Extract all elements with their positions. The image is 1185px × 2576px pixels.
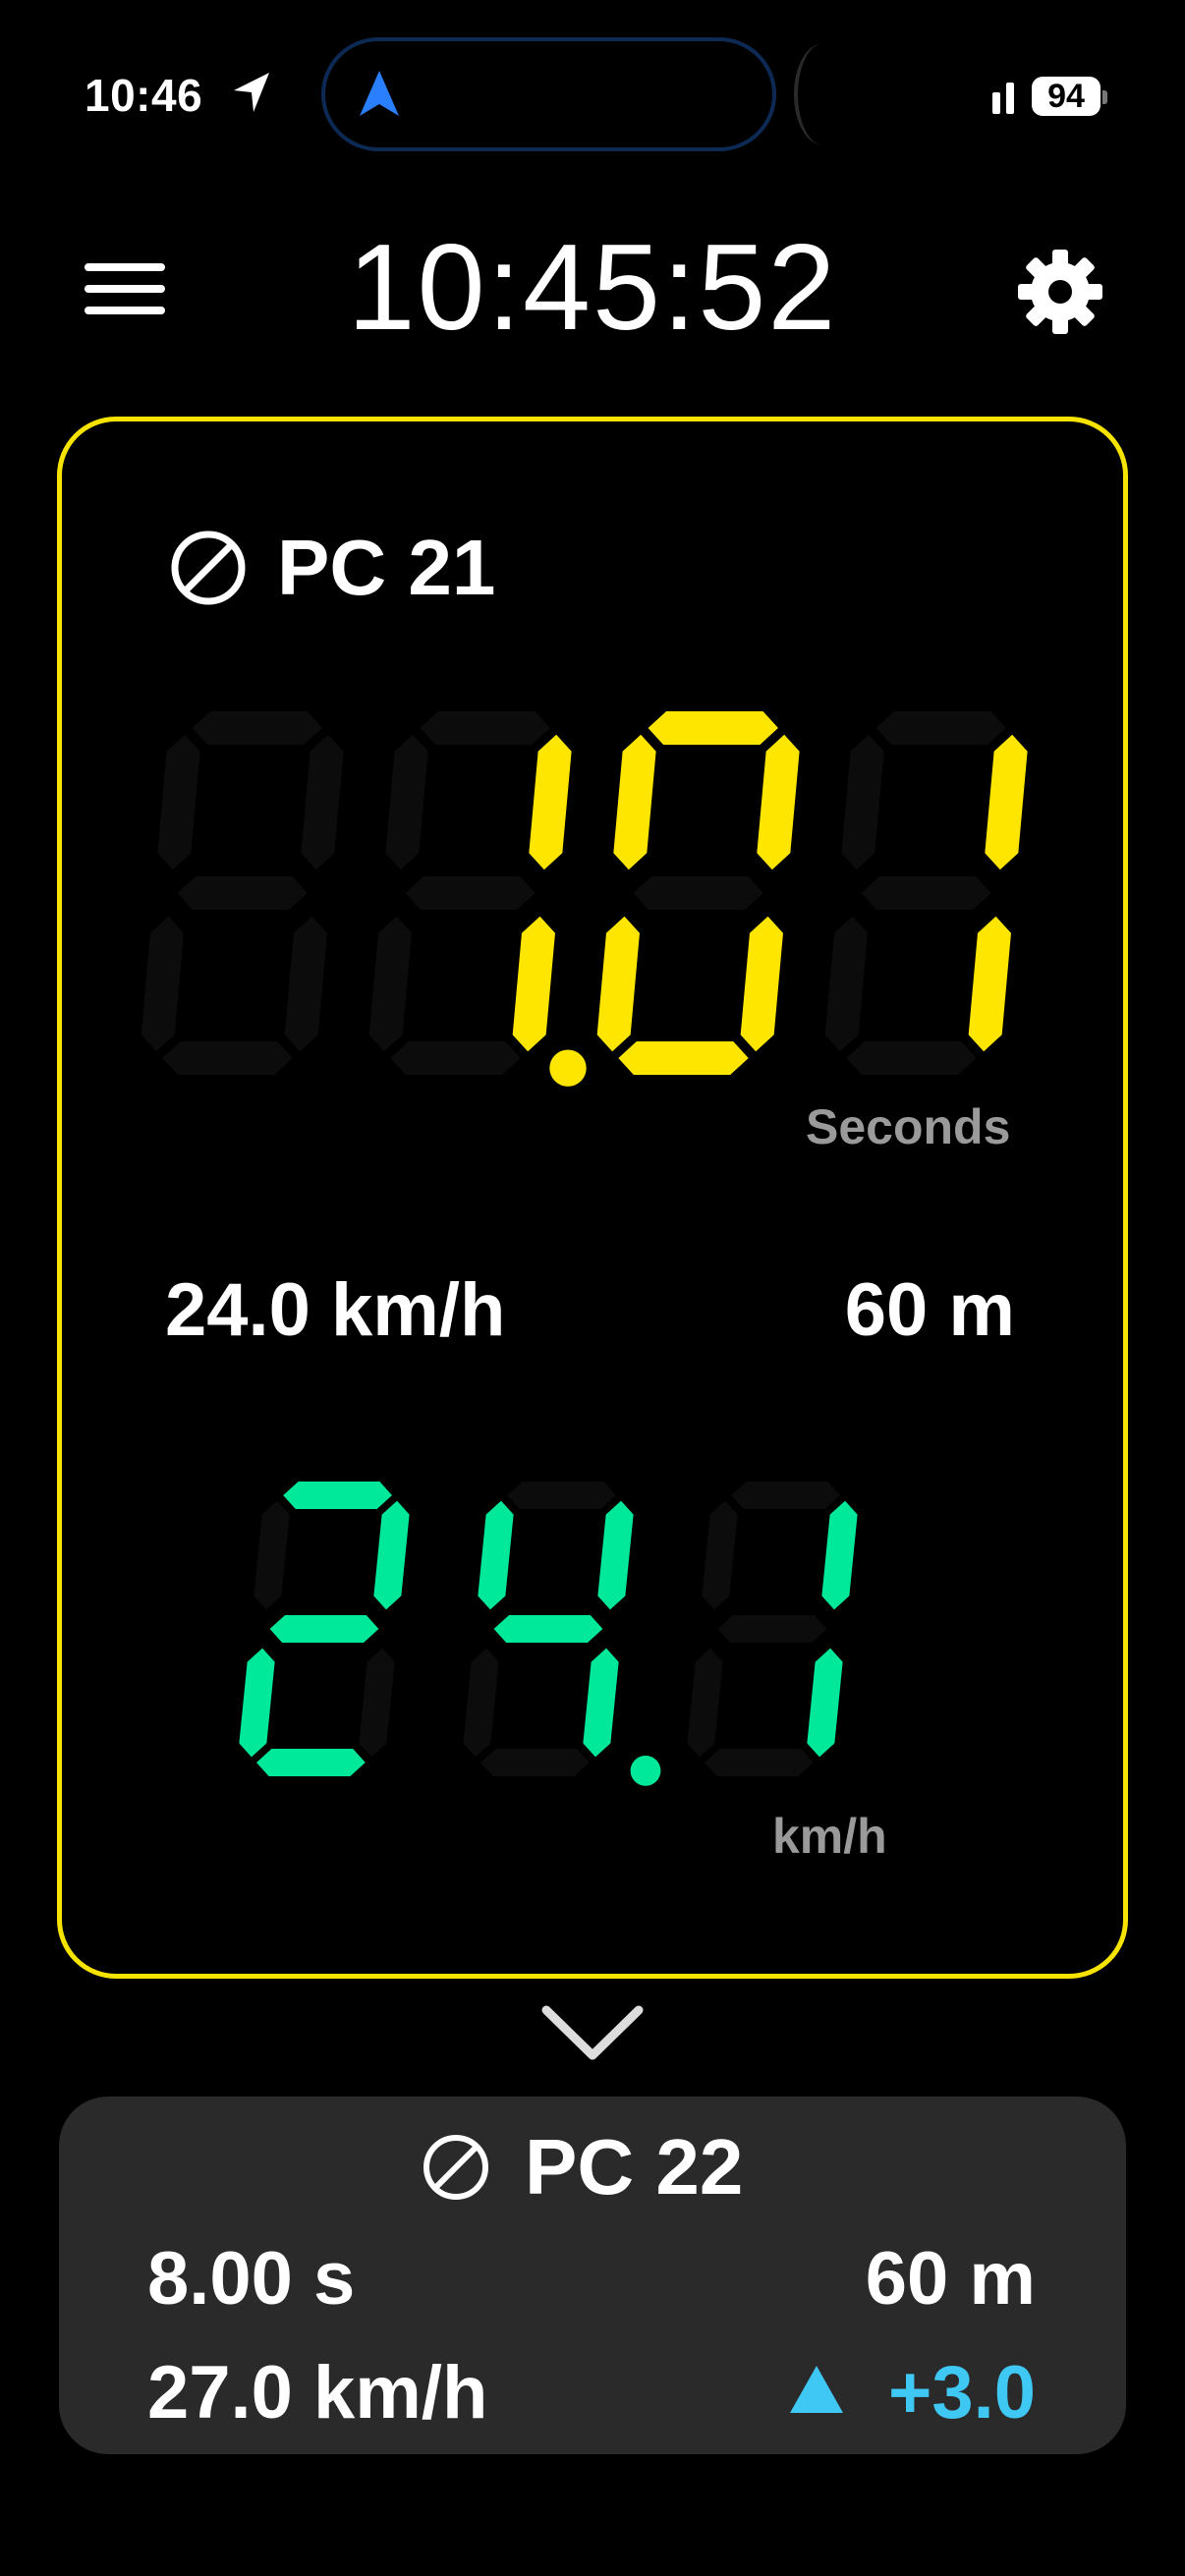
next-speed-delta: +3.0 [887, 2351, 1036, 2435]
segment-a [731, 1482, 840, 1509]
speed-unit-label: km/h [772, 1809, 887, 1864]
next-time: 8.00 s [147, 2237, 356, 2321]
segment-d [256, 1749, 366, 1776]
next-speed: 27.0 km/h [147, 2351, 488, 2435]
segment-b [985, 734, 1028, 870]
gear-icon[interactable] [1016, 248, 1104, 336]
segment-g [633, 876, 763, 910]
location-arrow-icon [234, 73, 269, 112]
segment-c [968, 916, 1011, 1052]
battery-indicator: 94 [1032, 77, 1100, 116]
next-checkpoint-label: PC 22 [525, 2123, 744, 2211]
segment-b [529, 734, 572, 870]
time-seven-segment-display [141, 711, 1028, 1087]
current-checkpoint-label: PC 21 [277, 524, 496, 611]
segment-e [239, 1648, 275, 1758]
time-unit-label: Seconds [806, 1099, 1011, 1154]
segment-e [824, 916, 868, 1052]
segment-b [821, 1500, 858, 1610]
segment-a [420, 711, 550, 745]
segment-a [875, 711, 1006, 745]
battery-level: 94 [1047, 77, 1085, 115]
segment-f [157, 734, 200, 870]
segment-a [507, 1482, 616, 1509]
speed-seven-segment-display [239, 1482, 858, 1786]
segment-f [254, 1500, 290, 1610]
segment-b [597, 1500, 634, 1610]
segment-g [177, 876, 308, 910]
segment-b [757, 734, 800, 870]
segment-c [284, 916, 327, 1052]
segment-a [192, 711, 322, 745]
segment-c [740, 916, 783, 1052]
chevron-down-icon[interactable] [540, 2004, 645, 2063]
decimal-point [630, 1756, 661, 1786]
segment-e [141, 916, 184, 1052]
decimal-point [549, 1049, 587, 1087]
segment-c [359, 1648, 395, 1758]
segment-d [846, 1041, 977, 1075]
island-arc [794, 43, 853, 145]
segment-b [301, 734, 344, 870]
segment-g [861, 876, 991, 910]
segment-b [373, 1500, 410, 1610]
segment-g [269, 1615, 379, 1643]
segment-f [385, 734, 428, 870]
segment-a [283, 1482, 392, 1509]
next-distance: 60 m [865, 2237, 1036, 2321]
segment-g [493, 1615, 603, 1643]
navigation-arrow-icon [360, 71, 399, 116]
segment-a [648, 711, 778, 745]
battery-nub [1102, 90, 1107, 104]
segment-d [618, 1041, 749, 1075]
segment-e [596, 916, 640, 1052]
segment-g [405, 876, 536, 910]
header-clock: 10:45:52 [347, 220, 838, 356]
up-triangle-icon [790, 2366, 843, 2413]
segment-d [390, 1041, 521, 1075]
segment-e [368, 916, 412, 1052]
target-speed: 24.0 km/h [165, 1268, 506, 1352]
segment-d [162, 1041, 293, 1075]
segment-c [583, 1648, 619, 1758]
status-time: 10:46 [85, 70, 203, 121]
segment-f [613, 734, 656, 870]
segment-e [463, 1648, 499, 1758]
segment-c [512, 916, 555, 1052]
segment-d [480, 1749, 590, 1776]
segment-d [705, 1749, 814, 1776]
segment-f [841, 734, 884, 870]
target-distance: 60 m [844, 1268, 1015, 1352]
prohibited-icon [171, 531, 246, 605]
segment-e [687, 1648, 723, 1758]
cellular-signal-icon [992, 83, 1014, 114]
segment-c [807, 1648, 843, 1758]
segment-f [478, 1500, 514, 1610]
segment-g [717, 1615, 827, 1643]
segment-f [702, 1500, 738, 1610]
prohibited-icon [423, 2135, 488, 2200]
